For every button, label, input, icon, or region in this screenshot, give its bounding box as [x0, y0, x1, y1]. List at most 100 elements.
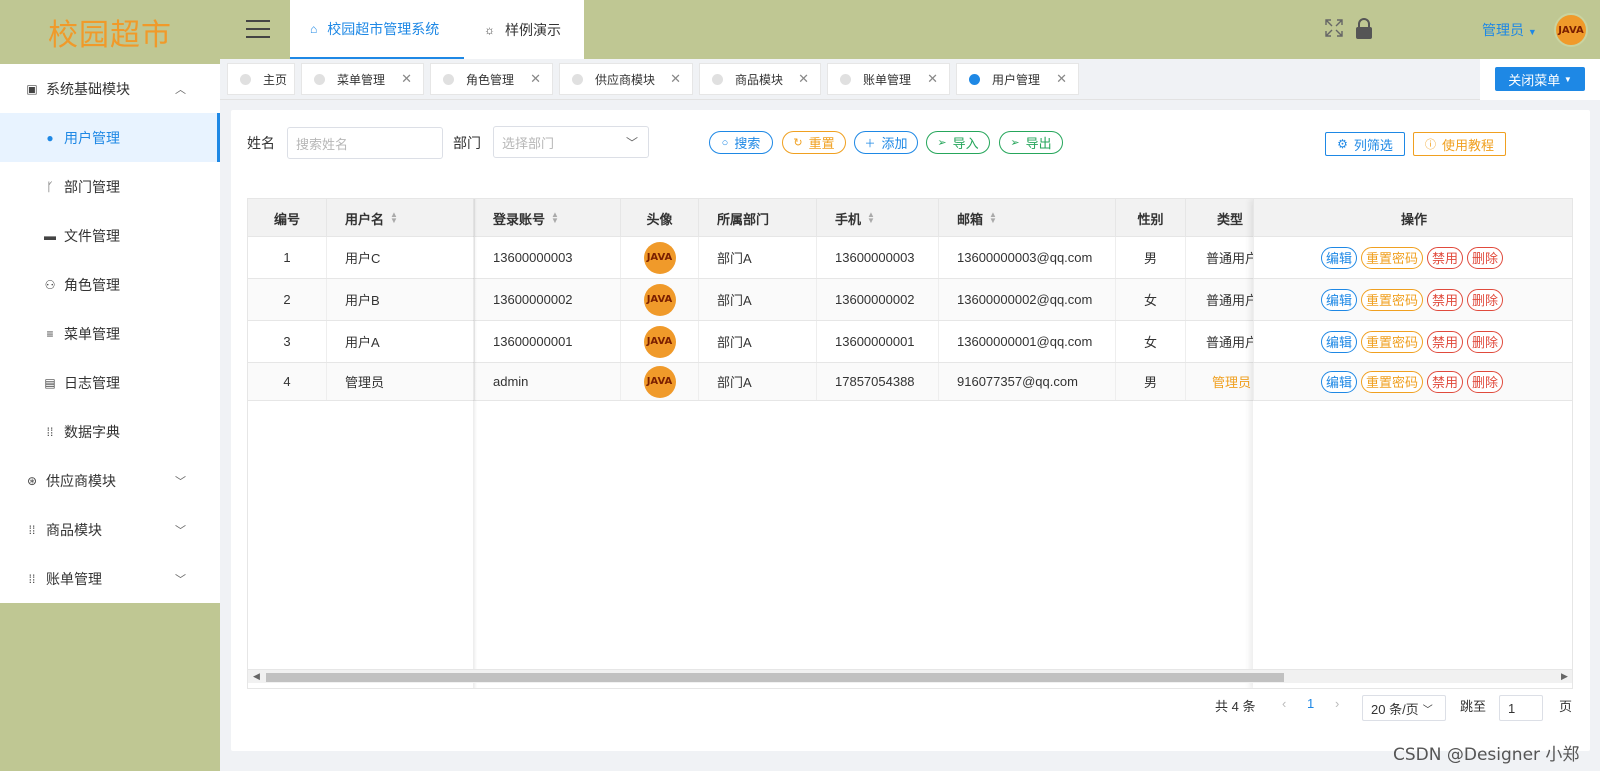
sidebar: 校园超市 ▣ 系统基础模块 ︿ ● 用户管理 ᚴ 部门管理 ▬ 文件管理 ⚇ 角…: [0, 0, 220, 771]
sidebar-item-menu-management[interactable]: ≡ 菜单管理: [0, 309, 220, 358]
close-icon[interactable]: ✕: [401, 71, 412, 87]
jump-page-input[interactable]: 1: [1499, 695, 1543, 721]
sidebar-item-data-dictionary[interactable]: ⁞⁞ 数据字典: [0, 407, 220, 456]
hamburger-menu-icon[interactable]: [246, 20, 270, 38]
tab-campus-system[interactable]: ⌂ 校园超市管理系统: [290, 0, 464, 59]
tag-role-management[interactable]: 角色管理 ✕: [430, 63, 553, 95]
current-page[interactable]: 1: [1307, 696, 1314, 711]
column-filter-button[interactable]: ⚙ 列筛选: [1325, 132, 1405, 156]
main-card: 姓名 搜索姓名 部门 选择部门 ﹀ ○ 搜索 ↻ 重置 ＋ 添加 ➢ 导入 ➢ 导出 ⚙ 列…: [231, 110, 1590, 751]
cell-account: admin: [475, 363, 621, 400]
sidebar-item-file-management[interactable]: ▬ 文件管理: [0, 211, 220, 260]
avatar[interactable]: JAVA: [643, 325, 676, 358]
search-icon: ○: [721, 136, 729, 149]
close-icon[interactable]: ✕: [670, 71, 681, 87]
sidebar-item-user-management[interactable]: ● 用户管理: [0, 113, 220, 162]
avatar[interactable]: JAVA: [643, 241, 676, 274]
sidebar-item-label: 部门管理: [64, 178, 120, 195]
watermark: CSDN @Designer 小郑: [1393, 745, 1580, 765]
import-button[interactable]: ➢ 导入: [926, 131, 990, 154]
th-label: 性别: [1137, 211, 1164, 227]
avatar[interactable]: JAVA: [643, 283, 676, 316]
sort-icon[interactable]: ▲ ▼: [989, 211, 997, 225]
sort-icon[interactable]: ▲ ▼: [551, 211, 559, 225]
close-icon[interactable]: ✕: [530, 71, 541, 87]
close-icon[interactable]: ✕: [1056, 71, 1067, 87]
avatar[interactable]: JAVA: [1554, 13, 1588, 47]
cell-dept: 部门A: [699, 237, 817, 278]
folder-icon: ▬: [44, 228, 56, 243]
avatar-text: JAVA: [646, 252, 673, 263]
sidebar-item-label: 日志管理: [64, 374, 120, 391]
th-label: 所属部门: [717, 211, 770, 227]
th-dept: 所属部门: [699, 199, 817, 237]
th-username[interactable]: 用户名 ▲ ▼: [327, 199, 475, 237]
tag-home[interactable]: 主页: [227, 63, 295, 95]
grid-icon: ⁞⁞: [46, 424, 54, 439]
sidebar-item-dept-management[interactable]: ᚴ 部门管理: [0, 162, 220, 211]
cell-email: 916077357@qq.com: [939, 363, 1116, 400]
tag-label: 主页: [263, 72, 288, 87]
cell-gender: 女: [1116, 321, 1186, 362]
page-size-select[interactable]: 20 条/页 ﹀: [1362, 695, 1446, 721]
search-button[interactable]: ○ 搜索: [709, 131, 773, 154]
sidebar-item-supplier-module[interactable]: ⊛ 供应商模块 ﹀: [0, 456, 220, 505]
avatar-text: JAVA: [646, 336, 673, 347]
next-page-icon[interactable]: ›: [1335, 696, 1339, 711]
cell-account: 13600000003: [475, 237, 621, 278]
dept-select[interactable]: 选择部门 ﹀: [493, 126, 649, 158]
tag-supplier-module[interactable]: 供应商模块 ✕: [559, 63, 693, 95]
refresh-icon: ↻: [793, 137, 803, 149]
cell-username: 管理员: [327, 363, 475, 400]
sidebar-item-role-management[interactable]: ⚇ 角色管理: [0, 260, 220, 309]
th-email[interactable]: 邮箱 ▲ ▼: [939, 199, 1116, 237]
cell-account: 13600000001: [475, 321, 621, 362]
prev-page-icon[interactable]: ‹: [1282, 696, 1286, 711]
send-icon: ➢: [937, 137, 947, 149]
sidebar-item-label: 菜单管理: [64, 325, 120, 342]
cell-type: 普通用户: [1186, 279, 1254, 320]
close-icon[interactable]: ✕: [798, 71, 809, 87]
sort-icon[interactable]: ▲ ▼: [390, 211, 398, 225]
send-icon: ➢: [1010, 137, 1020, 149]
tutorial-button[interactable]: ⓘ 使用教程: [1413, 132, 1506, 156]
th-label: 用户名: [345, 211, 385, 227]
home-icon: ⌂: [310, 21, 318, 36]
export-button[interactable]: ➢ 导出: [999, 131, 1063, 154]
app-logo[interactable]: 校园超市: [0, 0, 220, 64]
tag-menu-management[interactable]: 菜单管理 ✕: [301, 63, 424, 95]
close-menu-button[interactable]: 关闭菜单 ▼: [1495, 67, 1585, 91]
bulb-icon: ☼: [484, 22, 495, 37]
sidebar-item-log-management[interactable]: ▤ 日志管理: [0, 358, 220, 407]
tag-label: 供应商模块: [595, 72, 656, 87]
tag-dot-icon: [712, 73, 723, 85]
th-account[interactable]: 登录账号 ▲ ▼: [475, 199, 621, 237]
lock-icon[interactable]: [1355, 18, 1373, 40]
tag-goods-module[interactable]: 商品模块 ✕: [699, 63, 821, 95]
avatar-text: JAVA: [646, 294, 673, 305]
add-button[interactable]: ＋ 添加: [854, 131, 918, 154]
grid-icon: ⁞⁞: [28, 571, 36, 586]
close-icon[interactable]: ✕: [927, 71, 938, 87]
fixed-ops-column: [1253, 199, 1572, 688]
horizontal-scrollbar[interactable]: ◀ ▶: [248, 669, 1572, 683]
tab-demo[interactable]: ☼ 样例演示: [464, 0, 584, 59]
fullscreen-icon[interactable]: [1324, 18, 1344, 38]
reset-button[interactable]: ↻ 重置: [782, 131, 846, 154]
sidebar-item-goods-module[interactable]: ⁞⁞ 商品模块 ﹀: [0, 505, 220, 554]
user-menu[interactable]: 管理员 ▼: [1482, 20, 1537, 40]
tag-bill-management[interactable]: 账单管理 ✕: [827, 63, 950, 95]
sidebar-item-system-base[interactable]: ▣ 系统基础模块 ︿: [0, 64, 220, 113]
name-search-input[interactable]: 搜索姓名: [287, 127, 443, 159]
scroll-right-icon[interactable]: ▶: [1561, 671, 1568, 682]
sidebar-item-bill-management[interactable]: ⁞⁞ 账单管理 ﹀: [0, 554, 220, 603]
tag-user-management[interactable]: 用户管理 ✕: [956, 63, 1079, 95]
avatar[interactable]: JAVA: [643, 365, 676, 398]
cell-phone: 13600000002: [817, 279, 939, 320]
scroll-left-icon[interactable]: ◀: [253, 671, 260, 682]
sort-icon[interactable]: ▲ ▼: [867, 211, 875, 225]
search-button-label: 搜索: [734, 136, 761, 151]
th-phone[interactable]: 手机 ▲ ▼: [817, 199, 939, 237]
logo-text: 校园超市: [48, 18, 172, 53]
scroll-thumb[interactable]: [266, 673, 1284, 682]
